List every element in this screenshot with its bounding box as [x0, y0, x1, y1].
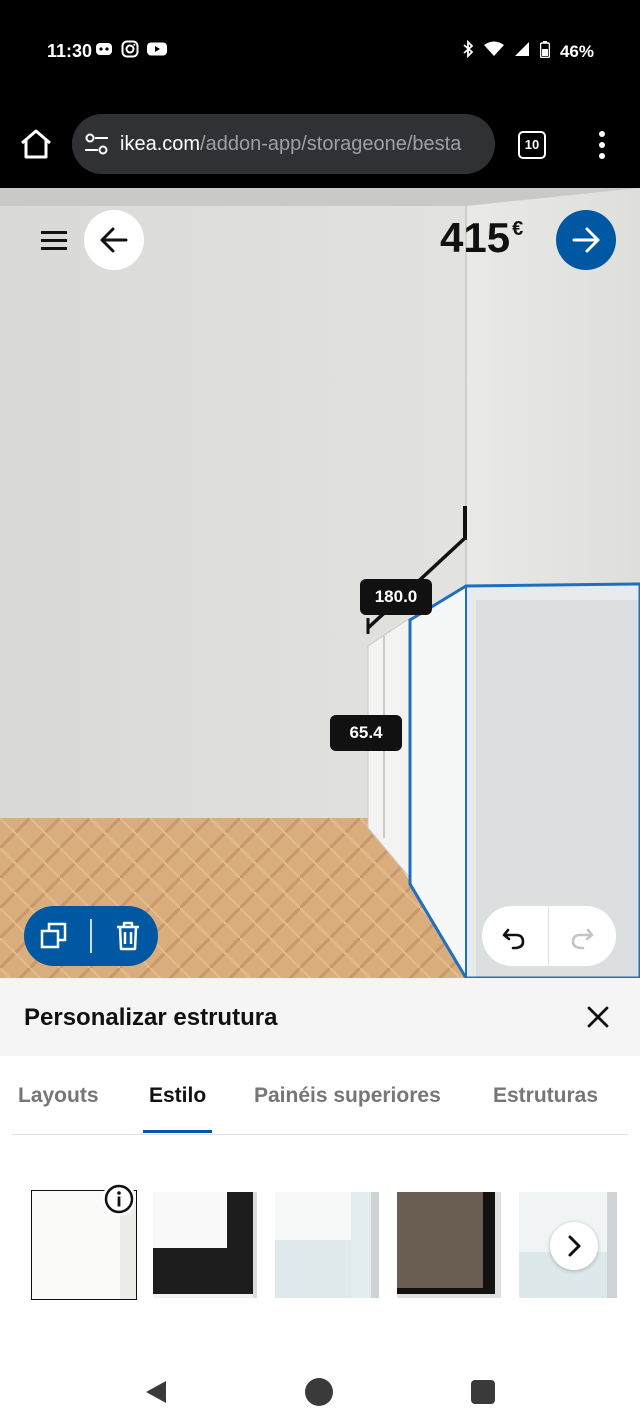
delete-button[interactable]	[110, 918, 146, 954]
tab-layouts[interactable]: Layouts	[18, 1084, 99, 1108]
swatch-black-glass-image	[153, 1192, 257, 1298]
total-price: 415 €	[440, 214, 523, 262]
panel-tabs: Layouts Estilo Painéis superiores Estrut…	[0, 1080, 640, 1130]
active-tab-indicator	[143, 1130, 212, 1133]
battery-icon	[539, 40, 551, 63]
continue-button[interactable]	[556, 210, 616, 270]
redo-icon	[571, 928, 594, 950]
more-vert-icon	[599, 131, 605, 159]
back-button[interactable]	[84, 210, 144, 270]
bluetooth-icon	[462, 39, 474, 63]
undo-button[interactable]	[496, 918, 532, 954]
undo-redo-divider	[548, 906, 549, 966]
triangle-back-icon	[146, 1381, 166, 1403]
status-notification-icons	[95, 40, 167, 58]
undo-icon	[502, 928, 525, 950]
assistant-icon	[95, 40, 113, 58]
price-amount: 415	[440, 214, 511, 261]
duplicate-button[interactable]	[36, 918, 72, 954]
redo-button[interactable]	[564, 918, 600, 954]
trash-icon	[117, 921, 139, 951]
panel-header: Personalizar estrutura	[0, 978, 640, 1056]
close-panel-button[interactable]	[585, 1004, 611, 1030]
site-settings-icon[interactable]	[84, 132, 108, 156]
swatch-next-button[interactable]	[550, 1222, 598, 1270]
info-icon	[104, 1184, 134, 1214]
width-dimension-value: 180.0	[374, 587, 418, 606]
instagram-icon	[121, 40, 139, 58]
url-text[interactable]: ikea.com/addon-app/storageone/besta	[120, 133, 485, 156]
room-render	[0, 188, 640, 978]
system-navigation-bar	[0, 1360, 640, 1428]
actions-divider	[90, 919, 92, 953]
home-button[interactable]	[18, 128, 54, 160]
chevron-right-icon	[568, 1235, 581, 1257]
height-dimension-value: 65.4	[349, 723, 383, 742]
wifi-icon	[483, 41, 504, 62]
width-dimension-label: 180.0	[360, 579, 432, 615]
nav-home-button[interactable]	[305, 1378, 333, 1406]
object-actions-pill	[24, 906, 158, 966]
status-bar: 11:30 46%	[0, 0, 640, 100]
tab-count: 10	[524, 137, 540, 152]
duplicate-icon	[40, 922, 67, 949]
arrow-right-icon	[572, 227, 600, 253]
tab-estilo[interactable]: Estilo	[149, 1084, 206, 1108]
nav-recents-button[interactable]	[471, 1380, 495, 1404]
planner-3d-view[interactable]: 180.0 65.4 415 €	[0, 188, 640, 978]
height-dimension-label: 65.4	[330, 715, 402, 751]
info-button[interactable]	[102, 1182, 136, 1216]
style-swatch-smoked-glass[interactable]	[397, 1192, 501, 1298]
tabs-divider	[12, 1134, 628, 1135]
url-path: /addon-app/storageone/besta	[200, 133, 462, 155]
tab-estruturas[interactable]: Estruturas	[493, 1084, 598, 1108]
youtube-icon	[147, 40, 167, 58]
close-icon	[587, 1006, 609, 1028]
status-time: 11:30	[47, 41, 93, 61]
menu-icon	[41, 231, 67, 250]
hamburger-menu-button[interactable]	[38, 228, 70, 254]
browser-menu-button[interactable]	[597, 130, 607, 160]
tab-paineis-superiores[interactable]: Painéis superiores	[254, 1084, 441, 1108]
nav-back-button[interactable]	[140, 1376, 172, 1408]
tab-switcher-button[interactable]: 10	[518, 131, 546, 159]
swatch-frosted-glass-image	[275, 1192, 379, 1298]
style-swatch-frosted-glass[interactable]	[275, 1192, 379, 1298]
battery-percentage: 46%	[559, 41, 594, 61]
swatch-smoked-glass-image	[397, 1192, 501, 1298]
status-system-icons: 46%	[462, 39, 594, 63]
url-host: ikea.com	[120, 133, 201, 155]
cell-signal-icon	[514, 41, 530, 62]
home-icon	[21, 129, 51, 159]
style-swatch-black-glass[interactable]	[153, 1192, 257, 1298]
undo-redo-pill	[482, 906, 616, 966]
price-currency: €	[512, 218, 524, 240]
arrow-left-icon	[100, 227, 128, 253]
panel-title: Personalizar estrutura	[24, 1004, 278, 1031]
